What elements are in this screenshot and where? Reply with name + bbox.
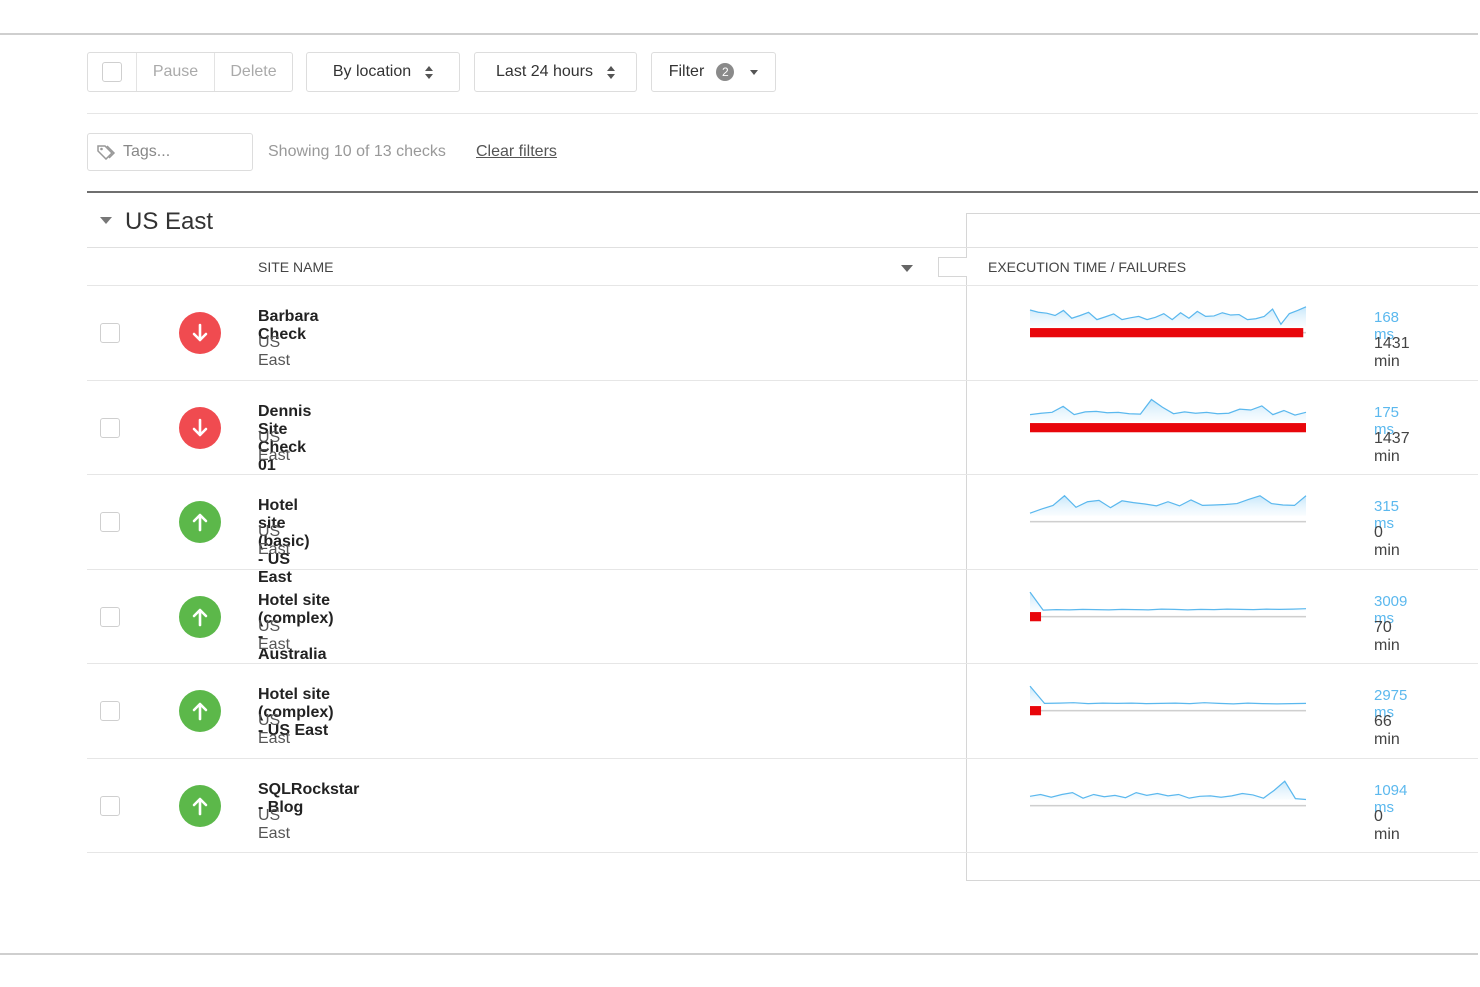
row-checkbox[interactable] (100, 606, 120, 627)
site-location: US East (258, 712, 291, 747)
bulk-actions-group: Pause Delete (87, 52, 293, 92)
failure-track (1030, 709, 1306, 712)
status-down-icon (179, 406, 221, 449)
row-divider (87, 568, 1478, 570)
sparkline-line (1029, 591, 1307, 611)
site-name-column-header[interactable]: SITE NAME (258, 259, 333, 275)
collapse-triangle-icon[interactable] (100, 217, 112, 224)
execution-sparkline (1029, 306, 1307, 338)
sparkline-area (1030, 686, 1306, 705)
filter-button[interactable]: Filter 2 (651, 52, 776, 92)
updown-arrows-icon (606, 65, 615, 79)
row-divider (87, 663, 1478, 664)
failure-bar (1030, 328, 1304, 338)
failure-bar (1030, 706, 1042, 716)
row-divider (87, 852, 1478, 853)
select-all-cell[interactable] (88, 53, 136, 91)
delete-button[interactable]: Delete (214, 53, 292, 91)
group-header-divider (87, 247, 1478, 248)
row-checkbox[interactable] (100, 323, 120, 343)
site-location: US East (258, 617, 291, 653)
filter-label: Filter (668, 63, 705, 80)
pause-button[interactable]: Pause (136, 53, 214, 91)
status-down-icon (179, 312, 221, 354)
chevron-down-icon (750, 69, 759, 75)
sparkline-area (1030, 591, 1306, 611)
row-divider (87, 379, 1478, 381)
execution-sparkline (1029, 685, 1307, 716)
status-up-icon (179, 595, 221, 638)
row-checkbox[interactable] (100, 795, 120, 816)
tags-placeholder: Tags... (123, 143, 171, 160)
panel-tab-notch (938, 257, 967, 277)
downtime-value: 66 min (1374, 713, 1400, 748)
showing-count-text: Showing 10 of 13 checks (268, 143, 446, 160)
execution-sparkline (1029, 779, 1307, 806)
downtime-value: 70 min (1374, 618, 1400, 654)
time-range-label: Last 24 hours (496, 63, 593, 80)
column-header-divider (87, 285, 1478, 286)
execution-sparkline (1029, 494, 1307, 523)
row-divider (87, 474, 1478, 475)
group-by-select[interactable]: By location (306, 52, 460, 92)
downtime-value: 0 min (1374, 524, 1400, 559)
section-divider (87, 191, 1478, 193)
site-location: US East (258, 428, 291, 464)
site-location: US East (258, 806, 291, 842)
execution-sparkline (1029, 591, 1307, 621)
row-divider (87, 757, 1478, 759)
sparkline-line (1029, 685, 1307, 705)
downtime-value: 1431 min (1374, 335, 1410, 370)
updown-arrows-icon (425, 65, 434, 79)
sort-down-icon[interactable] (901, 265, 913, 272)
status-up-icon (179, 784, 221, 827)
execution-column-header[interactable]: EXECUTION TIME / FAILURES (988, 259, 1186, 275)
row-checkbox[interactable] (100, 701, 120, 721)
status-up-icon (179, 501, 221, 543)
site-location: US East (258, 523, 291, 558)
failure-bar (1030, 422, 1306, 432)
group-by-label: By location (332, 63, 412, 80)
site-location: US East (258, 334, 291, 369)
clear-filters-link[interactable]: Clear filters (476, 143, 557, 161)
failure-track (1030, 804, 1306, 806)
status-up-icon (179, 690, 221, 732)
tags-input[interactable]: Tags... (87, 133, 253, 171)
downtime-value: 0 min (1374, 807, 1400, 843)
group-title: US East (125, 208, 214, 235)
execution-sparkline (1029, 398, 1307, 432)
failure-track (1030, 615, 1306, 617)
row-checkbox[interactable] (100, 417, 120, 438)
toolbar-divider (87, 113, 1478, 114)
tag-icon (97, 145, 116, 160)
failure-track (1030, 520, 1306, 523)
downtime-value: 1437 min (1374, 429, 1410, 465)
failure-bar (1030, 611, 1042, 621)
row-checkbox[interactable] (100, 512, 120, 532)
select-all-checkbox[interactable] (102, 62, 122, 82)
time-range-select[interactable]: Last 24 hours (474, 52, 637, 92)
filter-count-badge: 2 (716, 63, 735, 81)
